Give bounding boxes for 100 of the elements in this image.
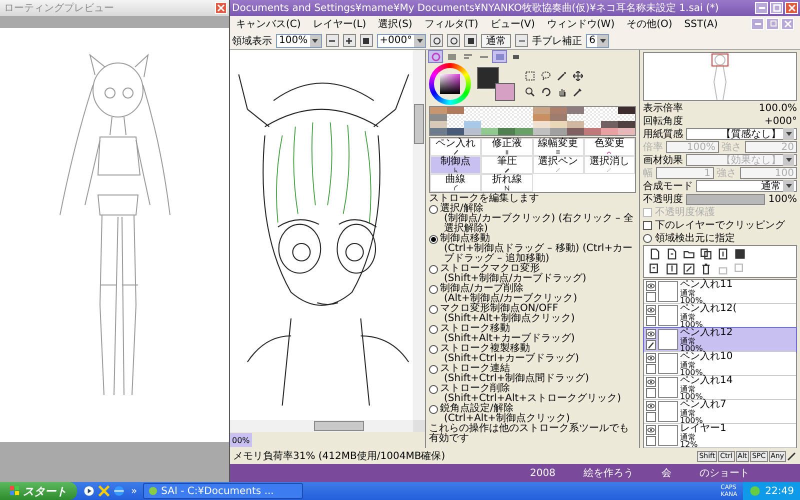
palette-swatch[interactable]: [532, 114, 550, 121]
palette-swatch[interactable]: [481, 107, 498, 114]
zoom-dropdown[interactable]: 100%: [276, 34, 322, 48]
brush-tool[interactable]: 折れ線: [481, 174, 532, 192]
radio-button[interactable]: [429, 305, 438, 314]
layer-row[interactable]: ペン入れ10 通常 100%: [644, 352, 796, 376]
visibility-toggle[interactable]: [646, 425, 656, 435]
radio-button[interactable]: [429, 235, 438, 244]
brush-tool[interactable]: 筆圧: [481, 156, 532, 174]
palette-swatch[interactable]: [464, 121, 482, 128]
checkbox[interactable]: [643, 220, 652, 230]
palette-swatch[interactable]: [481, 114, 498, 121]
taskbar-button[interactable]: SAI - C:¥Documents ...: [143, 483, 304, 499]
brush-tool[interactable]: 曲線: [430, 174, 482, 192]
palette-swatch[interactable]: [515, 128, 532, 135]
radio-button[interactable]: [429, 285, 438, 294]
radio-button[interactable]: [429, 385, 438, 394]
new-layer-icon[interactable]: [665, 248, 679, 260]
visibility-toggle[interactable]: [646, 353, 656, 363]
palette-swatch[interactable]: [481, 121, 498, 128]
move-icon[interactable]: [573, 71, 583, 81]
layer-row[interactable]: ペン入れ7 通常 100%: [644, 400, 796, 424]
palette-swatch[interactable]: [618, 107, 635, 114]
palette-swatch[interactable]: [550, 128, 567, 135]
menu-item[interactable]: その他(O): [626, 17, 672, 31]
lock-toggle[interactable]: [646, 364, 656, 374]
main-color-swatch[interactable]: [477, 67, 499, 89]
lock-toggle[interactable]: [646, 436, 656, 446]
palette-swatch[interactable]: [481, 128, 498, 135]
palette-swatch[interactable]: [464, 114, 482, 121]
radio-button[interactable]: [643, 234, 652, 242]
palette-swatch[interactable]: [464, 128, 482, 135]
minus-button[interactable]: [515, 34, 528, 47]
menu-item[interactable]: ビュー(V): [490, 17, 535, 31]
stabilizer-dropdown[interactable]: 6: [586, 34, 610, 48]
maximize-button[interactable]: [770, 2, 783, 14]
visibility-toggle[interactable]: [646, 401, 656, 411]
hand-icon[interactable]: [557, 87, 567, 97]
palette-swatch[interactable]: [447, 107, 464, 114]
rotate-left-button[interactable]: [430, 34, 444, 47]
radio-button[interactable]: [429, 205, 438, 214]
brush-tool[interactable]: 選択ペン: [532, 156, 584, 174]
palette-swatch[interactable]: [584, 107, 601, 114]
rotation-dropdown[interactable]: +000°: [376, 34, 426, 48]
scrollbar[interactable]: [413, 50, 425, 420]
reset-rotation-button[interactable]: [464, 34, 478, 47]
menu-item[interactable]: ウィンドウ(W): [546, 17, 615, 31]
rotate-icon[interactable]: [541, 87, 551, 97]
brush-tool[interactable]: 修正液: [481, 138, 532, 156]
palette-swatch[interactable]: [430, 114, 448, 121]
palette-swatch[interactable]: [566, 114, 584, 121]
palette-swatch[interactable]: [566, 107, 584, 114]
close-button[interactable]: [215, 2, 227, 14]
palette-swatch[interactable]: [498, 128, 516, 135]
radio-button[interactable]: [429, 345, 438, 354]
color-mode-tab[interactable]: [493, 51, 506, 62]
zoom-out-button[interactable]: [326, 34, 339, 47]
lock-toggle[interactable]: [646, 316, 656, 326]
lock-toggle[interactable]: [646, 388, 656, 398]
palette-swatch[interactable]: [515, 107, 532, 114]
palette-swatch[interactable]: [584, 128, 601, 135]
scrollbar[interactable]: [230, 420, 413, 432]
menu-item[interactable]: SST(A): [684, 18, 718, 30]
edit-icon[interactable]: [682, 263, 696, 275]
minimize-button[interactable]: [751, 18, 764, 30]
close-button[interactable]: [785, 2, 798, 14]
palette-swatch[interactable]: [618, 121, 635, 128]
palette-swatch[interactable]: [447, 128, 464, 135]
palette-swatch[interactable]: [447, 114, 464, 121]
new-page-icon[interactable]: [648, 248, 662, 260]
layer-row[interactable]: ペン入れ11 通常 100%: [644, 280, 796, 304]
palette-swatch[interactable]: [550, 114, 567, 121]
visibility-toggle[interactable]: [646, 281, 656, 291]
palette-swatch[interactable]: [600, 107, 618, 114]
zoom-in-button[interactable]: [342, 34, 356, 47]
visibility-toggle[interactable]: [646, 305, 656, 315]
folder-icon[interactable]: [682, 248, 696, 260]
radio-button[interactable]: [429, 365, 438, 374]
palette-swatch[interactable]: [550, 121, 567, 128]
palette-swatch[interactable]: [600, 114, 618, 121]
palette-swatch[interactable]: [600, 128, 618, 135]
navigator-panel[interactable]: [643, 52, 797, 101]
lock-toggle[interactable]: [646, 292, 656, 302]
reset-zoom-button[interactable]: [360, 34, 373, 47]
palette-swatch[interactable]: [532, 128, 550, 135]
square-icon[interactable]: [733, 248, 747, 260]
sub-color-swatch[interactable]: [495, 83, 515, 101]
visibility-toggle[interactable]: [646, 377, 656, 387]
visibility-toggle[interactable]: [646, 329, 656, 339]
palette-swatch[interactable]: [498, 107, 516, 114]
palette-swatch[interactable]: [515, 121, 532, 128]
palette-swatch[interactable]: [618, 114, 635, 121]
brush-tool[interactable]: 選択消し: [584, 156, 635, 174]
palette-swatch[interactable]: [600, 121, 618, 128]
selection-rectangle-icon[interactable]: [525, 71, 535, 81]
menu-item[interactable]: 選択(S): [378, 17, 412, 31]
lock-toggle[interactable]: [646, 412, 656, 422]
menu-item[interactable]: キャンバス(C): [236, 17, 301, 31]
palette-swatch[interactable]: [532, 107, 550, 114]
minimize-button[interactable]: [755, 2, 768, 14]
